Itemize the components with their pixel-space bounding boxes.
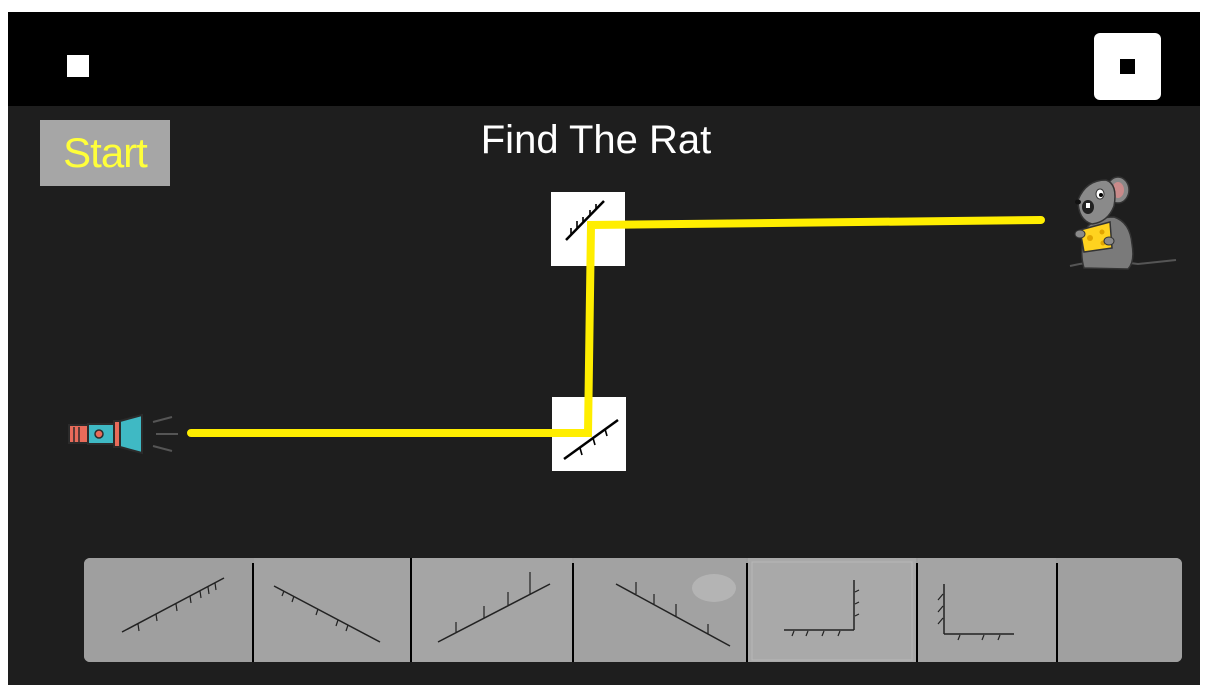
tray-divider (572, 563, 574, 662)
tray-mirror-falling-steep[interactable] (574, 558, 746, 662)
flashlight-icon[interactable] (68, 413, 178, 455)
tray-mirror-falling[interactable] (254, 558, 410, 662)
tray-divider (1056, 563, 1058, 662)
tray-mirror-rising[interactable] (84, 558, 252, 662)
app-frame: Start Find The Rat (0, 0, 1209, 685)
tray-corner-left[interactable] (918, 558, 1056, 662)
tray-corner-right[interactable] (748, 558, 916, 662)
tray-divider (916, 563, 918, 662)
rat-icon[interactable] (1069, 176, 1177, 270)
tray-divider (252, 563, 254, 662)
tray-mirror-rising-steep[interactable] (412, 558, 572, 662)
tray-empty-slot[interactable] (1058, 558, 1182, 662)
tray-divider (410, 558, 412, 662)
mirror-tray (84, 558, 1182, 662)
tray-divider (746, 563, 748, 662)
game-area: Start Find The Rat (8, 12, 1200, 685)
